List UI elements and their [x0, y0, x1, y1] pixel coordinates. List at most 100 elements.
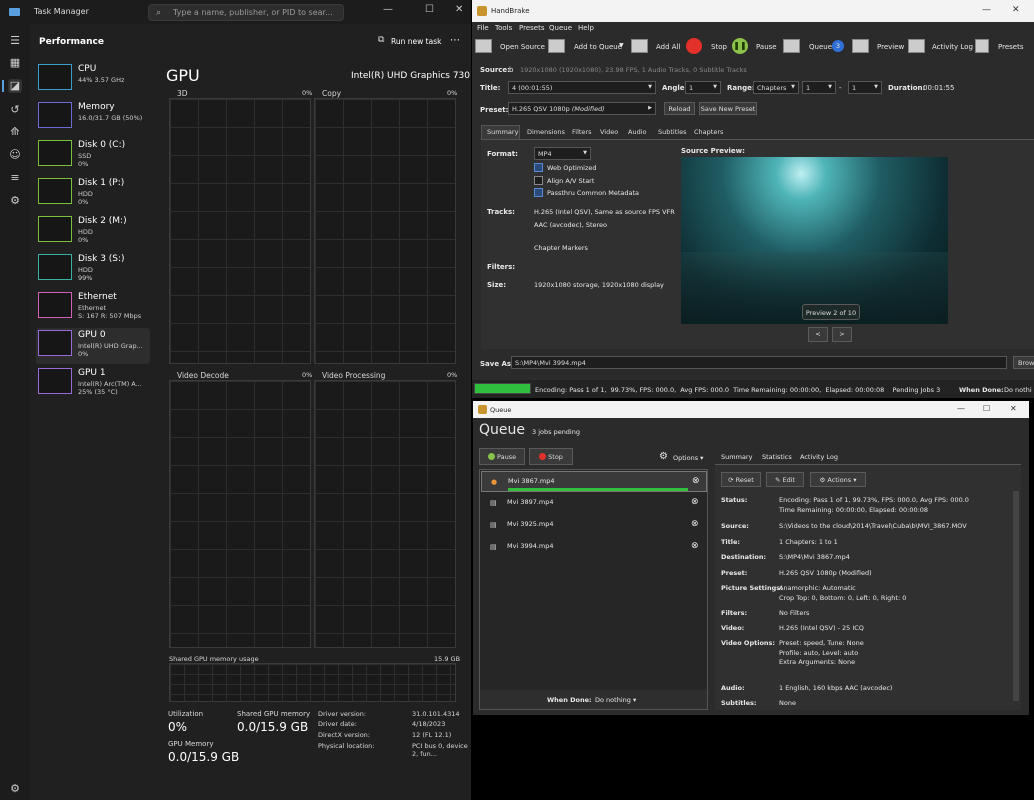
performance-icon[interactable]: ◪: [8, 79, 22, 93]
tab-summary[interactable]: Summary: [487, 128, 518, 136]
stop-button[interactable]: Stop: [529, 448, 573, 465]
preview-badge[interactable]: Preview 2 of 10: [802, 304, 860, 320]
range-dropdown[interactable]: Chapters ▼: [753, 81, 799, 94]
format-dropdown[interactable]: MP4 ▼: [534, 147, 591, 160]
window-title: Queue: [490, 406, 512, 414]
queue-when-done-value[interactable]: Do nothing ▾: [595, 696, 636, 704]
align-av-checkbox[interactable]: [534, 176, 543, 185]
remove-item-icon[interactable]: ⊗: [692, 476, 700, 486]
graph-video-decode: [169, 380, 311, 648]
save-new-preset-button[interactable]: Save New Preset: [699, 102, 757, 115]
menu-queue[interactable]: Queue: [549, 24, 572, 32]
reset-button[interactable]: ⟳ Reset: [721, 472, 761, 487]
preview-button[interactable]: Preview: [877, 43, 904, 51]
maximize-button[interactable]: ☐: [425, 4, 434, 15]
tab-chapters[interactable]: Chapters: [694, 128, 723, 136]
device-item[interactable]: Disk 0 (C:) SSD 0%: [36, 138, 150, 174]
startup-apps-icon[interactable]: ⟰: [8, 125, 22, 139]
open-source-button[interactable]: Open Source: [500, 43, 545, 51]
preset-selector[interactable]: H.265 QSV 1080p (Modified) ▶: [508, 102, 656, 115]
actions-button[interactable]: ⚙ Actions ▾: [810, 472, 866, 487]
minimize-button[interactable]: —: [383, 4, 393, 15]
pause-button[interactable]: Pause: [479, 448, 525, 465]
title-dropdown[interactable]: 4 (00:01:55) ▼: [508, 81, 656, 94]
processes-icon[interactable]: ▦: [8, 56, 22, 70]
add-to-queue-button[interactable]: Add to Queue: [574, 43, 622, 51]
angle-dropdown[interactable]: 1 ▼: [685, 81, 721, 94]
menu-tools[interactable]: Tools: [495, 24, 512, 32]
tab-dimensions[interactable]: Dimensions: [527, 128, 565, 136]
tab-filters[interactable]: Filters: [572, 128, 591, 136]
add-all-button[interactable]: Add All: [656, 43, 680, 51]
options-button[interactable]: Options ▾: [673, 454, 703, 462]
queue-item[interactable]: ▤ Mvi 3994.mp4 ⊗: [481, 537, 707, 558]
search-icon: ⌕: [156, 8, 162, 18]
minimize-button[interactable]: —: [957, 404, 965, 413]
close-button[interactable]: ✕: [1010, 404, 1017, 413]
settings-icon[interactable]: ⚙: [8, 782, 22, 796]
tracks-line-2: AAC (avcodec), Stereo: [534, 221, 608, 229]
queue-item[interactable]: ● Mvi 3867.mp4 ⊗: [481, 471, 707, 492]
remove-item-icon[interactable]: ⊗: [691, 497, 699, 507]
pause-button[interactable]: Pause: [756, 43, 777, 51]
close-button[interactable]: ✕: [1012, 5, 1020, 15]
details-scrollbar[interactable]: [1013, 491, 1019, 701]
range-to-dropdown[interactable]: 1 ▼: [848, 81, 882, 94]
queue-item[interactable]: ▤ Mvi 3897.mp4 ⊗: [481, 493, 707, 514]
device-s2: 0%: [78, 350, 89, 358]
when-done-value[interactable]: Do nothi: [1004, 386, 1032, 394]
tab-statistics[interactable]: Statistics: [762, 453, 792, 461]
chevron-down-icon[interactable]: ▼: [619, 42, 624, 49]
minimize-button[interactable]: —: [982, 5, 991, 15]
menu-file[interactable]: File: [477, 24, 489, 32]
remove-item-icon[interactable]: ⊗: [691, 519, 699, 529]
menu-presets[interactable]: Presets: [519, 24, 544, 32]
search-input[interactable]: Type a name, publisher, or PID to sear..…: [148, 4, 344, 21]
services-icon[interactable]: ⚙: [8, 194, 22, 208]
angle-label: Angle:: [662, 84, 688, 92]
close-button[interactable]: ✕: [455, 4, 463, 15]
maximize-button[interactable]: ☐: [983, 404, 990, 413]
queue-button[interactable]: Queue: [809, 43, 832, 51]
more-options-button[interactable]: ⋯: [450, 35, 460, 46]
range-label: Range:: [727, 84, 755, 92]
browse-button[interactable]: Brow: [1013, 356, 1034, 369]
device-item[interactable]: Disk 3 (S:) HDD 99%: [36, 252, 150, 288]
device-item[interactable]: GPU 1 Intel(R) Arc(TM) A... 25% (35 °C): [36, 366, 150, 402]
range-from-dropdown[interactable]: 1 ▼: [802, 81, 836, 94]
tab-audio[interactable]: Audio: [628, 128, 646, 136]
preview-prev-button[interactable]: <: [808, 327, 828, 342]
reload-button[interactable]: Reload: [664, 102, 695, 115]
stop-button[interactable]: Stop: [711, 43, 727, 51]
duration-label: Duration:: [888, 84, 926, 92]
driver-version-label: Driver version:: [318, 710, 367, 718]
edit-button[interactable]: ✎ Edit: [766, 472, 804, 487]
tab-subtitles[interactable]: Subtitles: [658, 128, 686, 136]
presets-button[interactable]: Presets: [998, 43, 1023, 51]
tab-video[interactable]: Video: [600, 128, 618, 136]
details-icon[interactable]: ≡: [8, 171, 22, 185]
queue-item[interactable]: ▤ Mvi 3925.mp4 ⊗: [481, 515, 707, 536]
passthru-metadata-checkbox[interactable]: [534, 188, 543, 197]
chevron-down-icon: ▼: [874, 84, 878, 90]
users-icon[interactable]: ☺: [8, 148, 22, 162]
run-new-task-button[interactable]: Run new task: [391, 37, 441, 46]
device-item[interactable]: Disk 1 (P:) HDD 0%: [36, 176, 150, 212]
device-item[interactable]: CPU 44% 3.57 GHz: [36, 62, 150, 98]
preview-next-button[interactable]: >: [832, 327, 852, 342]
web-optimized-checkbox[interactable]: [534, 163, 543, 172]
remove-item-icon[interactable]: ⊗: [691, 541, 699, 551]
device-item[interactable]: Ethernet Ethernet S: 167 R: 507 Mbps: [36, 290, 150, 326]
tab-activity-log[interactable]: Activity Log: [800, 453, 838, 461]
device-item[interactable]: Memory 16.0/31.7 GB (50%): [36, 100, 150, 136]
menu-help[interactable]: Help: [578, 24, 594, 32]
tracks-line-3: Chapter Markers: [534, 244, 588, 252]
app-history-icon[interactable]: ↺: [8, 103, 22, 117]
hamburger-icon[interactable]: ☰: [8, 34, 22, 48]
activity-log-button[interactable]: Activity Log: [932, 43, 973, 51]
device-item[interactable]: Disk 2 (M:) HDD 0%: [36, 214, 150, 250]
device-item[interactable]: GPU 0 Intel(R) UHD Grap... 0%: [36, 328, 150, 364]
saveas-input[interactable]: S:\MP4\Mvi 3994.mp4: [511, 356, 1007, 369]
tab-summary[interactable]: Summary: [721, 453, 752, 461]
detail-key: Video:: [721, 624, 745, 632]
